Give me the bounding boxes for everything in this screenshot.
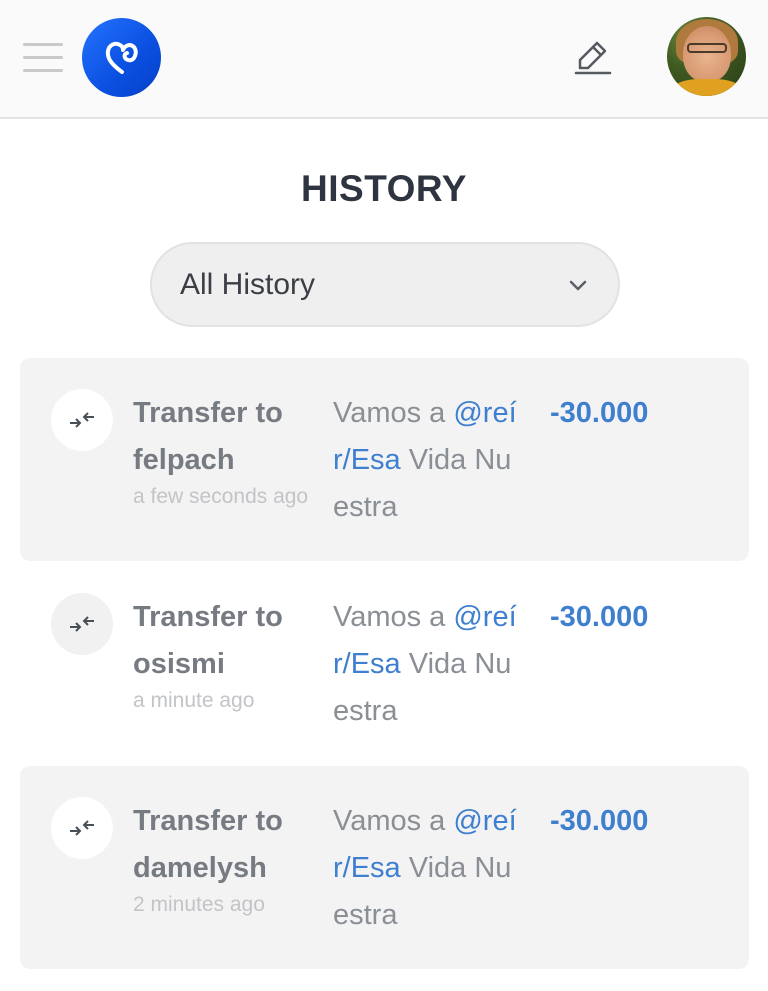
transaction-row[interactable]: Transfer to damelysh 2 minutes ago Vamos…: [20, 766, 749, 969]
heart-logo-icon[interactable]: [82, 18, 161, 97]
transaction-memo: Vamos a @reí r/Esa Vida Nu estra: [333, 798, 533, 939]
memo-mention-cont[interactable]: r/Esa: [333, 444, 401, 476]
transaction-time: 2 minutes ago: [133, 893, 265, 916]
memo-mention[interactable]: @reí: [453, 601, 516, 633]
memo-end: estra: [333, 491, 398, 523]
chevron-down-icon[interactable]: [567, 274, 589, 296]
avatar-shirt: [671, 79, 743, 96]
transaction-memo: Vamos a @reí r/Esa Vida Nu estra: [333, 594, 533, 735]
memo-prefix: Vamos a: [333, 397, 454, 429]
transaction-title: Transfer to damelysh: [133, 798, 313, 892]
memo-mention-cont[interactable]: r/Esa: [333, 648, 401, 680]
memo-end: estra: [333, 899, 398, 931]
transaction-amount: -30.000: [550, 805, 649, 837]
transaction-time: a minute ago: [133, 689, 255, 712]
transaction-title: Transfer to osismi: [133, 594, 313, 688]
transaction-title: Transfer to felpach: [133, 390, 313, 484]
transaction-title-line1: Transfer to: [133, 397, 283, 429]
avatar-glasses: [687, 43, 727, 53]
transaction-time: a few seconds ago: [133, 485, 309, 508]
hamburger-icon[interactable]: [23, 43, 63, 73]
memo-prefix: Vamos a: [333, 601, 454, 633]
filter-selected-value: All History: [180, 268, 316, 301]
page-title: HISTORY: [301, 168, 467, 209]
transaction-row[interactable]: Transfer to felpach a few seconds ago Va…: [20, 358, 749, 561]
memo-mention[interactable]: @reí: [453, 397, 516, 429]
transaction-recipient[interactable]: damelysh: [133, 845, 313, 892]
memo-prefix: Vamos a: [333, 805, 454, 837]
avatar-face: [683, 26, 731, 82]
memo-mention-cont[interactable]: r/Esa: [333, 852, 401, 884]
memo-end: estra: [333, 695, 398, 727]
pencil-icon[interactable]: [574, 38, 612, 76]
memo-suffix: Vida Nu: [400, 852, 512, 884]
memo-mention[interactable]: @reí: [453, 805, 516, 837]
transaction-amount: -30.000: [550, 397, 649, 429]
transfer-arrows-icon: [51, 797, 113, 859]
transaction-amount: -30.000: [550, 601, 649, 633]
transaction-memo: Vamos a @reí r/Esa Vida Nu estra: [333, 390, 533, 531]
transfer-arrows-icon: [51, 593, 113, 655]
transaction-title-line1: Transfer to: [133, 601, 283, 633]
transaction-title-line1: Transfer to: [133, 805, 283, 837]
memo-suffix: Vida Nu: [400, 648, 512, 680]
transaction-recipient[interactable]: felpach: [133, 437, 313, 484]
memo-suffix: Vida Nu: [400, 444, 512, 476]
transfer-arrows-icon: [51, 389, 113, 451]
user-avatar[interactable]: [667, 17, 746, 96]
transaction-recipient[interactable]: osismi: [133, 641, 313, 688]
transaction-row[interactable]: Transfer to osismi a minute ago Vamos a …: [20, 562, 749, 765]
history-filter-select[interactable]: All History: [150, 242, 620, 327]
top-bar: [0, 0, 768, 119]
